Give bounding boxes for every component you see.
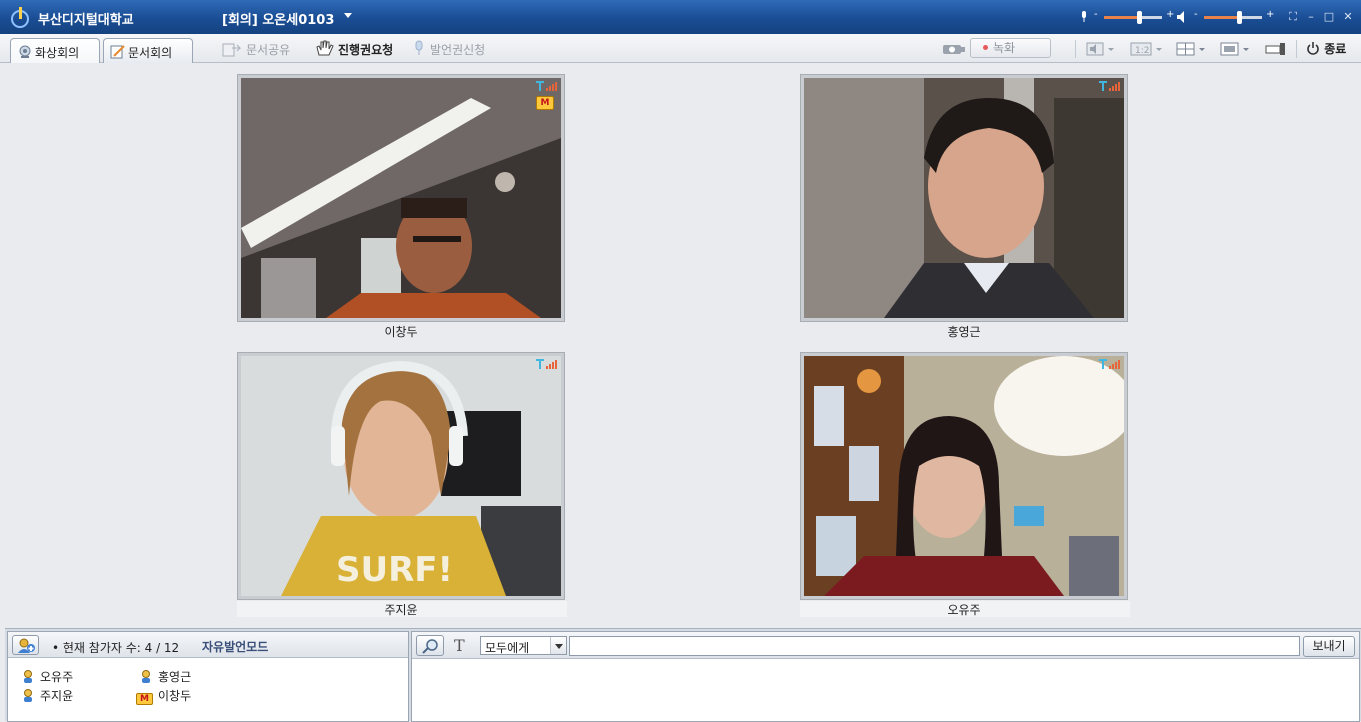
settings-tool-icon[interactable] bbox=[1265, 42, 1287, 56]
app-title: 부산디지털대학교 bbox=[38, 13, 134, 28]
chevron-down-icon[interactable] bbox=[550, 637, 566, 654]
document-conference-icon bbox=[110, 45, 125, 59]
chat-zoom-button[interactable] bbox=[416, 635, 444, 656]
font-style-icon[interactable]: T bbox=[454, 636, 465, 655]
camera-feed-image bbox=[804, 356, 1124, 596]
speaker-volume-slider[interactable]: - + bbox=[1190, 9, 1276, 24]
add-user-icon bbox=[18, 638, 35, 653]
title-bar: 부산디지털대학교 [회의] 오온세0103 - + - + ⛶ – □ ✕ bbox=[0, 0, 1361, 34]
tab-video-conference[interactable]: 화상회의 bbox=[10, 38, 100, 64]
camera-feed-image bbox=[241, 78, 561, 318]
power-icon bbox=[1307, 42, 1319, 55]
participant-item[interactable]: 주지윤 bbox=[22, 687, 73, 704]
speaker-volume-knob[interactable] bbox=[1237, 11, 1242, 24]
send-button[interactable]: 보내기 bbox=[1303, 636, 1355, 657]
participant-list-header: • 현재 참가자 수: 4 / 12 자유발언모드 bbox=[8, 632, 408, 658]
user-icon bbox=[142, 670, 150, 683]
toolbar: 화상회의 문서회의 문서공유 진행권요청 발언권신청 녹화 1:2 종료 bbox=[0, 34, 1361, 64]
magnifier-icon bbox=[422, 639, 438, 654]
tab-document-conference[interactable]: 문서회의 bbox=[103, 38, 193, 63]
video-name-label-1: 이창두 bbox=[384, 325, 418, 339]
record-dot-icon bbox=[983, 45, 988, 50]
camera-feed-image bbox=[804, 78, 1124, 318]
speaking-mode: 자유발언모드 bbox=[202, 640, 269, 654]
participant-video: SURF! bbox=[241, 356, 561, 596]
screen-size-icon[interactable] bbox=[1220, 42, 1252, 56]
share-document-button[interactable]: 문서공유 bbox=[246, 41, 290, 58]
host-icon: M bbox=[136, 693, 153, 705]
request-progress-button[interactable]: 진행권요청 bbox=[338, 41, 393, 58]
chat-message-log[interactable] bbox=[412, 659, 1359, 721]
microphone-icon[interactable] bbox=[1080, 11, 1088, 23]
video-name-label-3: 주지윤 bbox=[384, 603, 418, 617]
video-tile-1[interactable]: M bbox=[237, 74, 565, 322]
participant-list-panel: • 현재 참가자 수: 4 / 12 자유발언모드 오유주 홍영근 주지윤 M이… bbox=[7, 631, 409, 722]
add-participant-button[interactable] bbox=[12, 635, 39, 655]
participant-count: • 현재 참가자 수: 4 / 12 bbox=[52, 641, 180, 655]
university-logo-icon bbox=[11, 7, 29, 28]
signal-strength-icon bbox=[536, 359, 557, 369]
signal-strength-icon bbox=[536, 81, 557, 91]
mic-volume-knob[interactable] bbox=[1137, 11, 1142, 24]
video-stage: M 이창두 홍영근 SURF! 주지윤 오유주 bbox=[5, 63, 1361, 628]
mic-volume-slider[interactable]: - + bbox=[1090, 9, 1176, 24]
room-dropdown-chevron-icon[interactable] bbox=[344, 13, 352, 18]
video-tile-3[interactable]: SURF! bbox=[237, 352, 565, 600]
chat-panel: T 모두에게 보내기 bbox=[411, 631, 1360, 722]
grid-layout-icon[interactable] bbox=[1176, 42, 1208, 56]
bottom-panel: • 현재 참가자 수: 4 / 12 자유발언모드 오유주 홍영근 주지윤 M이… bbox=[5, 628, 1361, 722]
video-conference-icon bbox=[19, 45, 31, 58]
participant-video bbox=[241, 78, 561, 318]
video-tile-4[interactable] bbox=[800, 352, 1128, 600]
video-name-label-2: 홍영근 bbox=[947, 325, 981, 339]
chat-toolbar: T 모두에게 보내기 bbox=[412, 632, 1359, 659]
screen-1-2-icon[interactable]: 1:2 bbox=[1130, 42, 1164, 56]
request-speak-button[interactable]: 발언권신청 bbox=[430, 41, 485, 58]
record-button[interactable]: 녹화 bbox=[970, 38, 1051, 58]
raise-hand-icon bbox=[316, 40, 334, 56]
share-document-icon bbox=[222, 43, 242, 57]
speaker-volume-track bbox=[1204, 16, 1240, 19]
svg-text:1:2: 1:2 bbox=[1135, 46, 1149, 56]
chat-message-input[interactable] bbox=[569, 636, 1300, 656]
room-title[interactable]: [회의] 오온세0103 bbox=[222, 9, 334, 28]
minimize-icon[interactable]: – bbox=[1304, 10, 1318, 24]
participant-item[interactable]: 오유주 bbox=[22, 668, 73, 685]
speak-request-icon bbox=[415, 40, 423, 55]
fullscreen-icon[interactable]: ⛶ bbox=[1286, 10, 1300, 24]
speaker-icon[interactable] bbox=[1177, 11, 1188, 23]
video-tile-2[interactable] bbox=[800, 74, 1128, 322]
maximize-icon[interactable]: □ bbox=[1322, 10, 1336, 24]
participant-video bbox=[804, 78, 1124, 318]
signal-strength-icon bbox=[1099, 81, 1120, 91]
close-icon[interactable]: ✕ bbox=[1341, 10, 1355, 24]
host-badge-icon: M bbox=[536, 96, 554, 110]
user-icon bbox=[24, 689, 32, 702]
speaker-layout-icon[interactable] bbox=[1086, 42, 1116, 56]
camera-feed-image: SURF! bbox=[241, 356, 561, 596]
mic-volume-track bbox=[1104, 16, 1140, 19]
camera-icon[interactable] bbox=[942, 43, 966, 55]
user-icon bbox=[24, 670, 32, 683]
svg-text:SURF!: SURF! bbox=[336, 550, 453, 590]
participant-video bbox=[804, 356, 1124, 596]
exit-button[interactable]: 종료 bbox=[1306, 40, 1346, 57]
participant-item[interactable]: M 이창두 bbox=[136, 687, 191, 705]
chat-target-select[interactable]: 모두에게 bbox=[480, 636, 567, 655]
video-name-label-4: 오유주 bbox=[947, 603, 981, 617]
signal-strength-icon bbox=[1099, 359, 1120, 369]
participant-item[interactable]: 홍영근 bbox=[140, 668, 191, 685]
